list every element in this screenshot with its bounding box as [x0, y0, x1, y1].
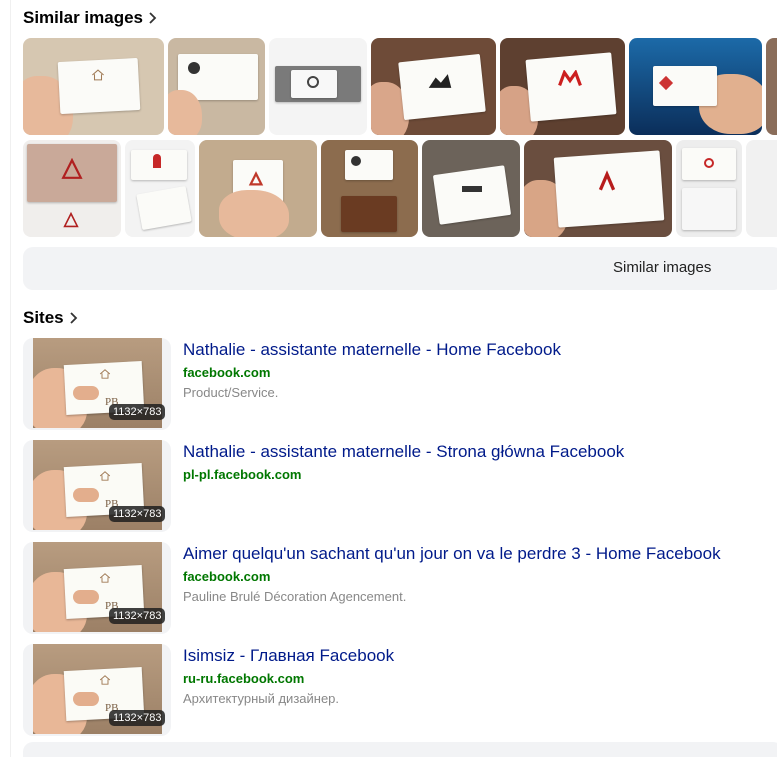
site-result: PB 1132×783 Nathalie - assistante matern… — [23, 338, 777, 430]
similar-image-thumb[interactable] — [269, 38, 367, 135]
sites-heading[interactable]: Sites — [23, 308, 80, 328]
chevron-right-icon — [149, 12, 157, 24]
similar-image-thumb[interactable] — [125, 140, 195, 237]
image-dimensions-badge: 1132×783 — [109, 404, 166, 420]
similar-image-thumb[interactable] — [524, 140, 672, 237]
similar-image-thumb[interactable] — [23, 38, 164, 135]
image-dimensions-badge: 1132×783 — [109, 710, 166, 726]
similar-image-thumb[interactable] — [422, 140, 520, 237]
site-result-title-link[interactable]: Nathalie - assistante maternelle - Stron… — [183, 442, 624, 462]
site-result: PB 1132×783 Nathalie - assistante matern… — [23, 440, 777, 532]
site-result-description: Pauline Brulé Décoration Agencement. — [183, 589, 407, 604]
site-thumbnail[interactable]: PB 1132×783 — [23, 542, 171, 634]
site-result-description: Архитектурный дизайнер. — [183, 691, 340, 706]
site-thumbnail[interactable]: PB 1132×783 — [23, 440, 171, 532]
similar-image-thumb[interactable] — [676, 140, 742, 237]
site-result: PB 1132×783 Aimer quelqu'un sachant qu'u… — [23, 542, 777, 634]
site-result-domain-link[interactable]: facebook.com — [183, 365, 270, 380]
similar-image-thumb[interactable] — [321, 140, 418, 237]
similar-images-heading[interactable]: Similar images — [23, 8, 159, 28]
site-thumbnail[interactable]: PB 1132×783 — [23, 644, 171, 736]
site-result-domain-link[interactable]: facebook.com — [183, 569, 270, 584]
similar-image-thumb[interactable] — [23, 140, 121, 237]
site-result-domain-link[interactable]: pl-pl.facebook.com — [183, 467, 301, 482]
more-results-bar[interactable] — [23, 742, 777, 757]
site-result-domain-link[interactable]: ru-ru.facebook.com — [183, 671, 304, 686]
similar-image-thumb[interactable] — [371, 38, 496, 135]
image-dimensions-badge: 1132×783 — [109, 506, 166, 522]
similar-image-thumb[interactable] — [500, 38, 625, 135]
image-dimensions-badge: 1132×783 — [109, 608, 166, 624]
similar-images-button[interactable]: Similar images — [23, 247, 777, 290]
chevron-right-icon — [70, 312, 77, 324]
similar-image-thumb[interactable] — [629, 38, 762, 135]
site-thumbnail[interactable]: PB 1132×783 — [23, 338, 171, 430]
similar-image-thumb[interactable] — [199, 140, 317, 237]
site-result-title-link[interactable]: Aimer quelqu'un sachant qu'un jour on va… — [183, 544, 721, 564]
site-result: PB 1132×783 Isimsiz - Главная Facebook r… — [23, 644, 777, 736]
site-result-description: Product/Service. — [183, 385, 279, 400]
site-result-title-link[interactable]: Nathalie - assistante maternelle - Home … — [183, 340, 561, 360]
page-divider — [10, 0, 11, 757]
sites-heading-label: Sites — [23, 308, 64, 327]
similar-images-button-label: Similar images — [613, 259, 712, 276]
similar-image-thumb[interactable] — [766, 38, 777, 135]
similar-image-thumb[interactable] — [168, 38, 265, 135]
site-result-title-link[interactable]: Isimsiz - Главная Facebook — [183, 646, 394, 666]
similar-image-thumb[interactable] — [746, 140, 777, 237]
similar-images-heading-label: Similar images — [23, 8, 144, 27]
